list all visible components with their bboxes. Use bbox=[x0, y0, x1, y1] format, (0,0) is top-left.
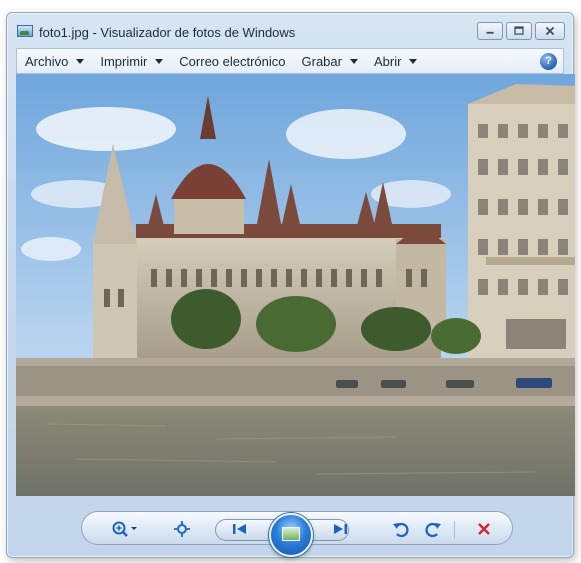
menu-imprimir[interactable]: Imprimir bbox=[92, 49, 171, 73]
menu-archivo[interactable]: Archivo bbox=[17, 49, 92, 73]
menu-label: Imprimir bbox=[100, 53, 148, 69]
rotate-clockwise-icon bbox=[425, 522, 441, 538]
title-bar[interactable]: foto1.jpg - Visualizador de fotos de Win… bbox=[7, 13, 573, 47]
delete-button[interactable] bbox=[471, 519, 497, 539]
zoom-icon bbox=[112, 521, 137, 537]
caption-buttons bbox=[477, 22, 565, 42]
parliament-photo bbox=[16, 74, 575, 496]
menu-correo[interactable]: Correo electrónico bbox=[171, 49, 293, 73]
help-icon[interactable]: ? bbox=[540, 53, 557, 70]
window-title: foto1.jpg - Visualizador de fotos de Win… bbox=[39, 25, 296, 40]
menu-grabar[interactable]: Grabar bbox=[294, 49, 366, 73]
zoom-button[interactable] bbox=[107, 519, 141, 539]
next-icon bbox=[334, 524, 347, 534]
previous-icon bbox=[233, 524, 246, 534]
minimize-button[interactable] bbox=[477, 22, 503, 40]
chevron-down-icon bbox=[409, 58, 418, 64]
chevron-down-icon bbox=[155, 58, 164, 64]
close-button[interactable] bbox=[535, 22, 565, 40]
slideshow-button[interactable] bbox=[269, 513, 313, 557]
toolbar-divider bbox=[454, 521, 455, 539]
menu-label: Correo electrónico bbox=[179, 53, 286, 69]
delete-icon bbox=[478, 523, 490, 535]
next-button[interactable] bbox=[325, 519, 355, 539]
rotate-counterclockwise-icon bbox=[393, 522, 409, 538]
photo-viewer-window: foto1.jpg - Visualizador de fotos de Win… bbox=[6, 12, 575, 559]
maximize-button[interactable] bbox=[506, 22, 532, 40]
menu-label: Abrir bbox=[373, 53, 402, 69]
rotate-counterclockwise-button[interactable] bbox=[389, 519, 413, 539]
actual-size-button[interactable] bbox=[167, 519, 197, 539]
minimize-icon bbox=[486, 31, 494, 34]
rotate-clockwise-button[interactable] bbox=[421, 519, 445, 539]
menu-bar: Archivo Imprimir Correo electrónico Grab… bbox=[16, 48, 564, 74]
chevron-down-icon bbox=[76, 58, 85, 64]
menu-label: Grabar bbox=[301, 53, 342, 69]
bottom-toolbar bbox=[7, 497, 573, 559]
close-icon bbox=[545, 26, 555, 36]
maximize-icon bbox=[514, 26, 524, 35]
previous-button[interactable] bbox=[225, 519, 255, 539]
chevron-down-icon bbox=[349, 58, 358, 64]
photo-display bbox=[16, 74, 575, 496]
photo-viewer-icon bbox=[17, 25, 33, 37]
slideshow-icon bbox=[282, 527, 300, 541]
menu-abrir[interactable]: Abrir bbox=[366, 49, 425, 73]
actual-size-icon bbox=[174, 521, 190, 537]
menu-label: Archivo bbox=[25, 53, 69, 69]
